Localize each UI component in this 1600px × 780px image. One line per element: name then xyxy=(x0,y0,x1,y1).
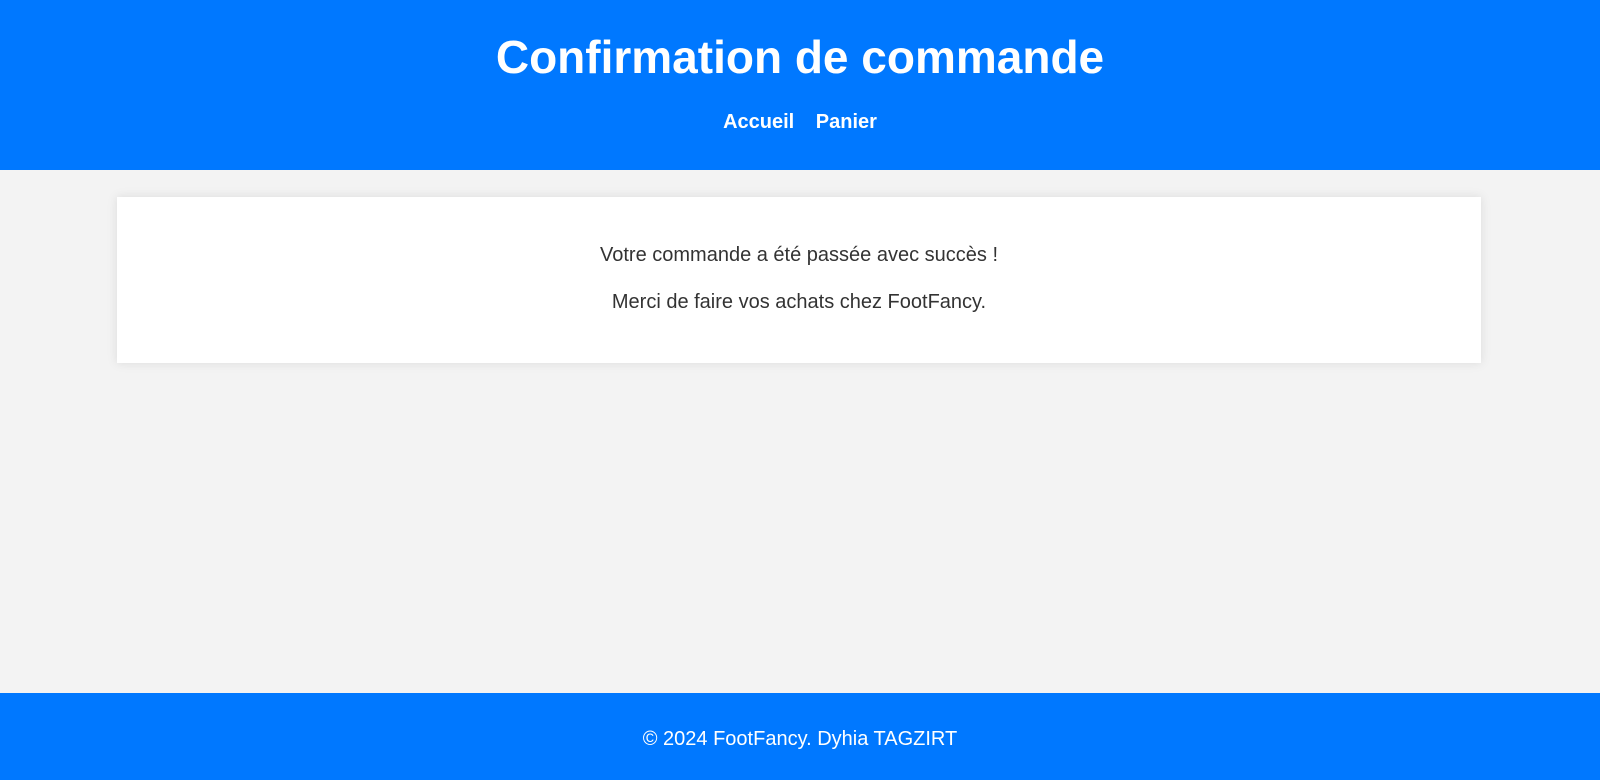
confirmation-card: Votre commande a été passée avec succès … xyxy=(117,197,1481,363)
success-message: Votre commande a été passée avec succès … xyxy=(600,244,998,266)
nav-link-accueil[interactable]: Accueil xyxy=(723,111,794,133)
nav-link-panier[interactable]: Panier xyxy=(816,111,877,133)
site-footer: © 2024 FootFancy. Dyhia TAGZIRT xyxy=(0,693,1600,780)
thanks-message: Merci de faire vos achats chez FootFancy… xyxy=(611,291,987,313)
page-title: Confirmation de commande xyxy=(495,31,1105,83)
main-nav: Accueil Panier xyxy=(0,110,1600,134)
footer-copyright: © 2024 FootFancy. Dyhia TAGZIRT xyxy=(642,728,958,750)
site-header: Confirmation de commande Accueil Panier xyxy=(0,0,1600,170)
